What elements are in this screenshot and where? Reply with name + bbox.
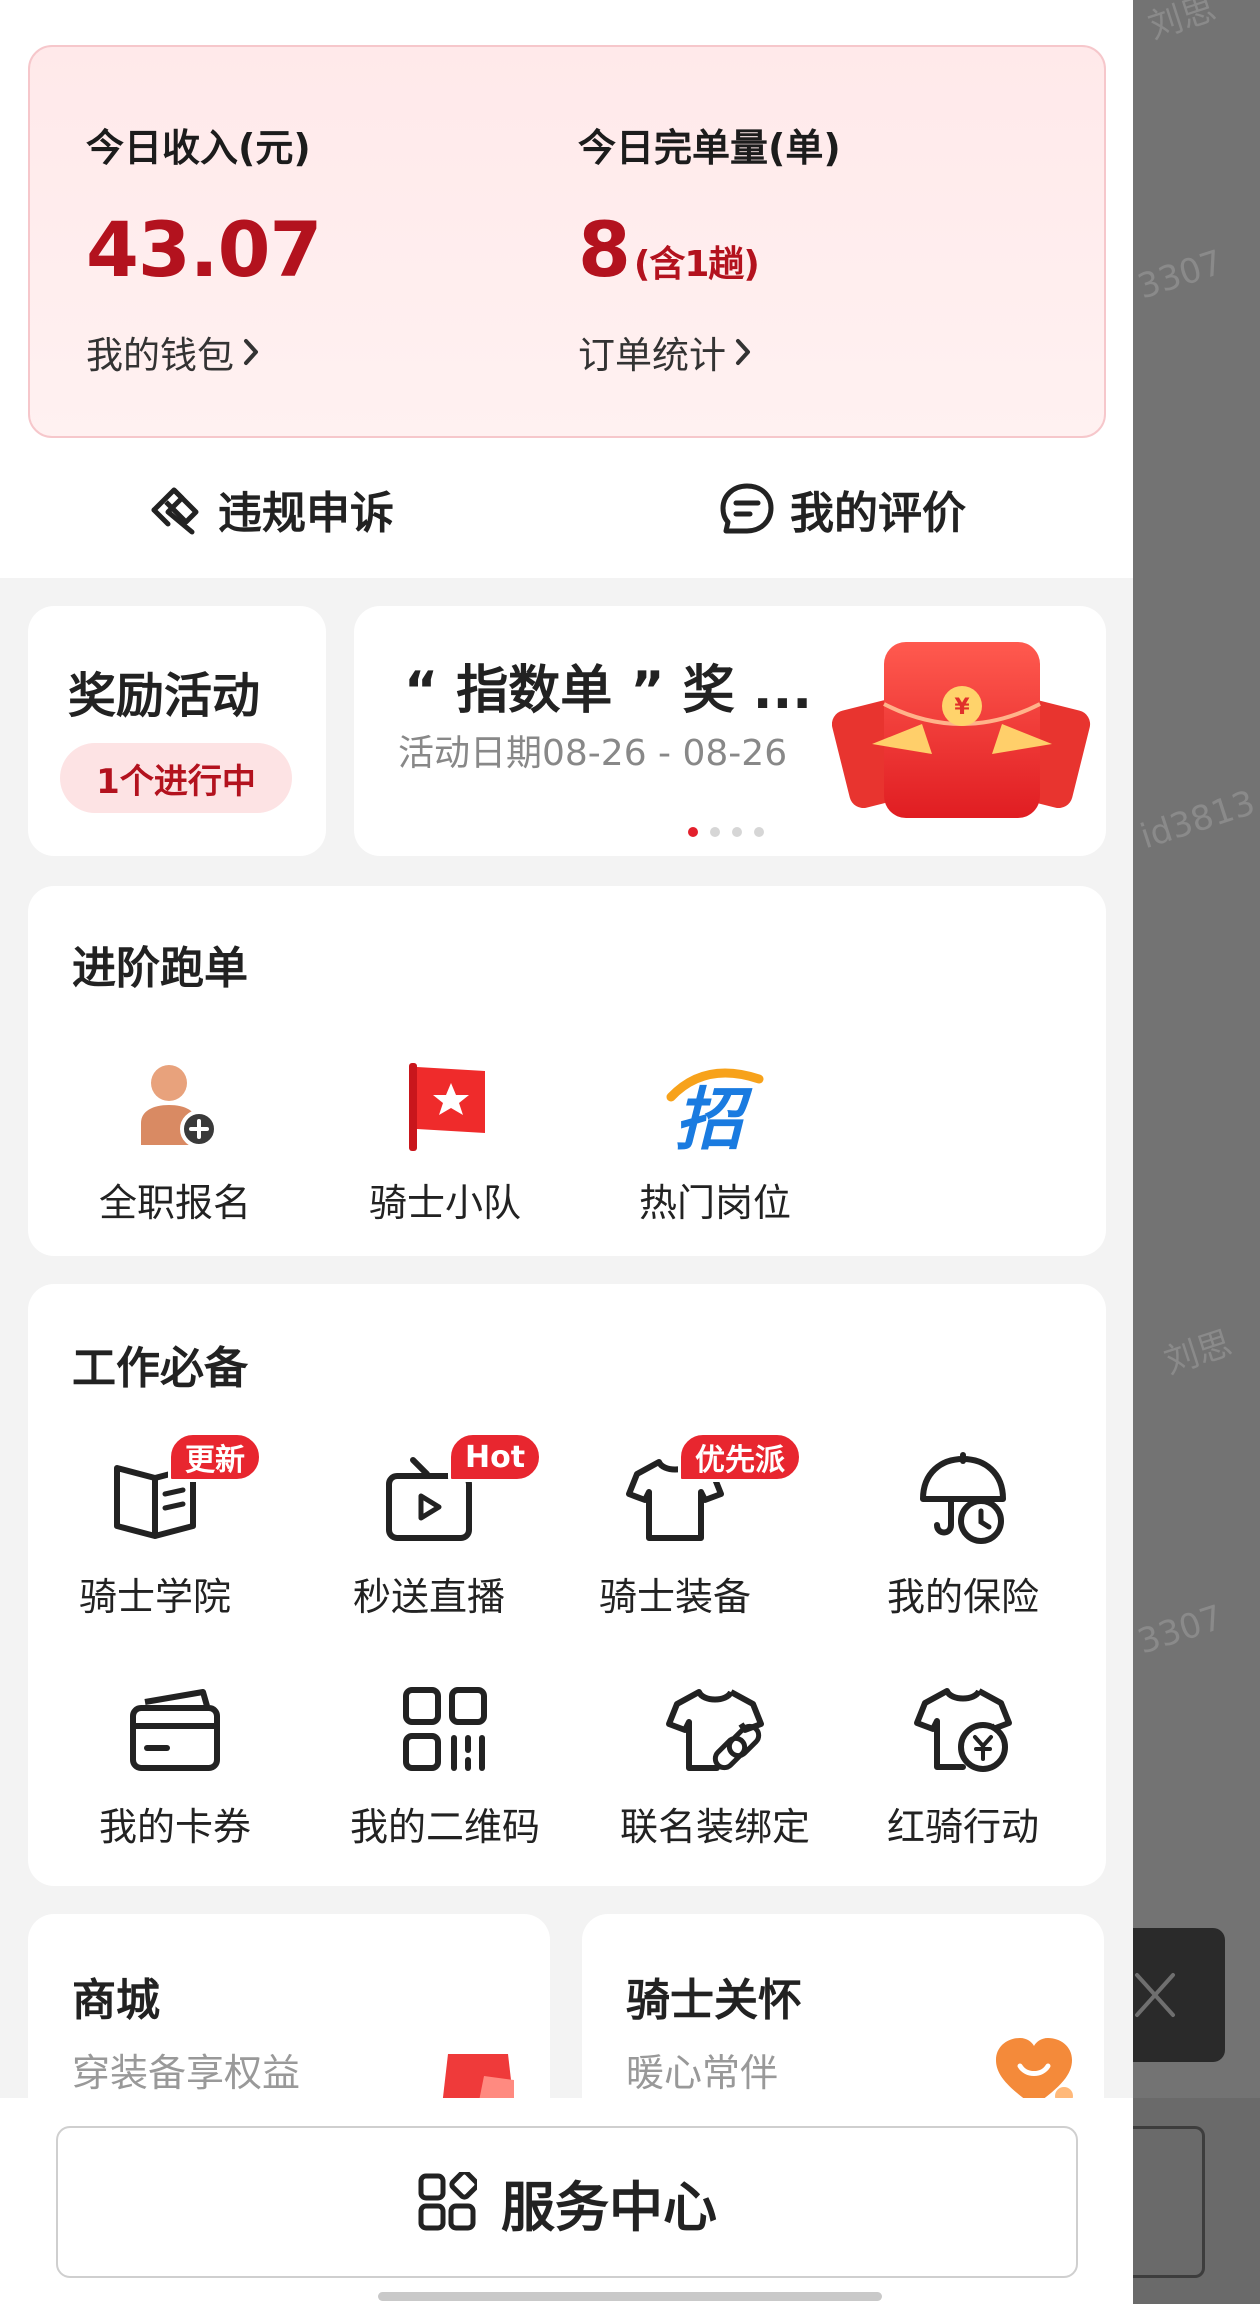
hot-job-item[interactable]: 招 热门岗位 bbox=[600, 1050, 830, 1227]
orders-trip-note: (含1趟) bbox=[633, 244, 760, 285]
income-card: 今日收入(元) 43.07 我的钱包 今日完单量(单) 8 (含1趟) 订单统计 bbox=[28, 45, 1106, 438]
mall-subtitle: 穿装备享权益 bbox=[72, 2051, 301, 2095]
my-reviews-label: 我的评价 bbox=[790, 488, 966, 539]
gavel-icon bbox=[151, 487, 199, 535]
my-qr-code-item[interactable]: 我的二维码 bbox=[330, 1674, 560, 1851]
service-center-button[interactable]: 服务中心 bbox=[56, 2126, 1078, 2278]
team-label: 骑士小队 bbox=[368, 1181, 521, 1225]
my-coupons-label: 我的卡券 bbox=[98, 1805, 251, 1849]
today-orders-value: 8 (含1趟) bbox=[578, 205, 760, 294]
co-brand-binding-item[interactable]: 联名装绑定 bbox=[600, 1674, 830, 1851]
service-center-label: 服务中心 bbox=[501, 2175, 717, 2239]
rider-gear-item[interactable]: 优先派 骑士装备 bbox=[560, 1432, 802, 1621]
priority-badge: 优先派 bbox=[678, 1432, 802, 1482]
live-stream-label: 秒送直播 bbox=[352, 1575, 505, 1619]
team-flag-icon bbox=[409, 1063, 485, 1151]
carousel-dot[interactable] bbox=[688, 827, 698, 837]
wallet-link-label: 我的钱包 bbox=[86, 334, 234, 377]
watermark-text: 3307 bbox=[1133, 242, 1228, 308]
fulltime-signup-label: 全职报名 bbox=[98, 1181, 251, 1225]
today-income-label: 今日收入(元) bbox=[86, 126, 311, 170]
heart-icon bbox=[996, 2038, 1073, 2106]
qr-code-icon bbox=[403, 1687, 487, 1771]
essentials-title: 工作必备 bbox=[72, 1343, 248, 1394]
order-stats-label: 订单统计 bbox=[578, 334, 726, 377]
today-orders-label: 今日完单量(单) bbox=[578, 126, 841, 170]
carousel-dot[interactable] bbox=[732, 827, 742, 837]
chevron-right-icon bbox=[244, 339, 258, 365]
red-rider-action-item[interactable]: 红骑行动 bbox=[848, 1674, 1078, 1851]
today-income-value: 43.07 bbox=[86, 205, 322, 294]
advanced-title: 进阶跑单 bbox=[72, 943, 248, 994]
reward-status-badge: 1个进行中 bbox=[60, 743, 292, 813]
umbrella-clock-icon bbox=[920, 1452, 1006, 1544]
appeal-label: 违规申诉 bbox=[218, 488, 394, 539]
hot-badge: Hot bbox=[448, 1432, 543, 1482]
update-badge: 更新 bbox=[168, 1432, 262, 1482]
wallet-link[interactable]: 我的钱包 bbox=[86, 325, 260, 379]
rider-care-title: 骑士关怀 bbox=[626, 1975, 802, 2026]
service-center-bar: 服务中心 bbox=[0, 2098, 1133, 2304]
home-indicator[interactable] bbox=[378, 2292, 882, 2301]
reward-activity-card[interactable]: 奖励活动 1个进行中 bbox=[28, 606, 326, 856]
shirt-yen-icon bbox=[914, 1688, 1012, 1772]
hot-job-label: 热门岗位 bbox=[638, 1181, 791, 1225]
banner-date: 活动日期08-26 - 08-26 bbox=[398, 733, 788, 774]
red-envelope-icon: ¥ bbox=[832, 642, 1091, 818]
grid-apps-icon bbox=[418, 2172, 477, 2231]
watermark-text: 刘思 bbox=[1159, 1323, 1237, 1383]
overlay-button-outline bbox=[1133, 2126, 1205, 2278]
hot-job-icon: 招 bbox=[666, 1068, 764, 1153]
rider-academy-label: 骑士学院 bbox=[78, 1575, 231, 1619]
my-coupons-item[interactable]: 我的卡券 bbox=[60, 1674, 290, 1851]
team-item[interactable]: 骑士小队 bbox=[330, 1050, 560, 1227]
order-stats-link[interactable]: 订单统计 bbox=[578, 325, 752, 379]
my-insurance-item[interactable]: 我的保险 bbox=[848, 1444, 1078, 1621]
carousel-dots[interactable] bbox=[688, 827, 764, 837]
close-icon bbox=[1135, 1973, 1175, 2017]
rider-care-subtitle: 暖心常伴 bbox=[626, 2051, 779, 2095]
watermark-text: 刘思 bbox=[1143, 0, 1221, 48]
essentials-section: 工作必备 更新 骑士学院 Hot 秒送直播 优先派 骑士装备 我的保险 我的卡券… bbox=[28, 1284, 1106, 1886]
mall-title: 商城 bbox=[72, 1975, 160, 2026]
close-button[interactable] bbox=[1133, 1928, 1225, 2062]
chat-bubble-icon bbox=[720, 483, 774, 534]
orders-count: 8 bbox=[578, 205, 631, 294]
watermark-text: 3307 bbox=[1133, 1597, 1228, 1663]
rider-gear-label: 骑士装备 bbox=[598, 1575, 751, 1619]
svg-text:¥: ¥ bbox=[954, 695, 970, 720]
banner-title: “ 指数单 ” 奖 ... bbox=[404, 661, 813, 721]
appeal-button[interactable]: 违规申诉 bbox=[146, 466, 394, 552]
shopping-bag-icon bbox=[442, 2041, 514, 2106]
fulltime-signup-icon bbox=[141, 1065, 218, 1148]
watermark-text: id3813 bbox=[1135, 782, 1260, 858]
my-insurance-label: 我的保险 bbox=[886, 1575, 1039, 1619]
live-stream-item[interactable]: Hot 秒送直播 bbox=[314, 1432, 544, 1621]
my-reviews-button[interactable]: 我的评价 bbox=[718, 466, 966, 552]
shirt-link-icon bbox=[666, 1689, 764, 1771]
quick-actions: 违规申诉 我的评价 bbox=[0, 466, 1133, 552]
carousel-dot[interactable] bbox=[754, 827, 764, 837]
my-qr-code-label: 我的二维码 bbox=[349, 1805, 540, 1849]
co-brand-binding-label: 联名装绑定 bbox=[619, 1805, 810, 1849]
fulltime-signup-item[interactable]: 全职报名 bbox=[60, 1050, 290, 1227]
red-rider-action-label: 红骑行动 bbox=[886, 1805, 1039, 1849]
reward-title: 奖励活动 bbox=[68, 668, 261, 724]
chevron-right-icon bbox=[736, 339, 750, 365]
carousel-dot[interactable] bbox=[710, 827, 720, 837]
rider-academy-item[interactable]: 更新 骑士学院 bbox=[40, 1432, 270, 1621]
svg-text:招: 招 bbox=[675, 1081, 753, 1153]
main-panel: 今日收入(元) 43.07 我的钱包 今日完单量(单) 8 (含1趟) 订单统计 … bbox=[0, 0, 1133, 2304]
card-icon bbox=[130, 1689, 220, 1771]
activity-banner[interactable]: “ 指数单 ” 奖 ... 活动日期08-26 - 08-26 ¥ bbox=[354, 606, 1106, 856]
dimmed-overlay[interactable]: 刘思 3307 id3813 刘思 3307 bbox=[1133, 0, 1260, 2304]
advanced-section: 进阶跑单 全职报名 骑士小队 招 热门岗位 bbox=[28, 886, 1106, 1256]
